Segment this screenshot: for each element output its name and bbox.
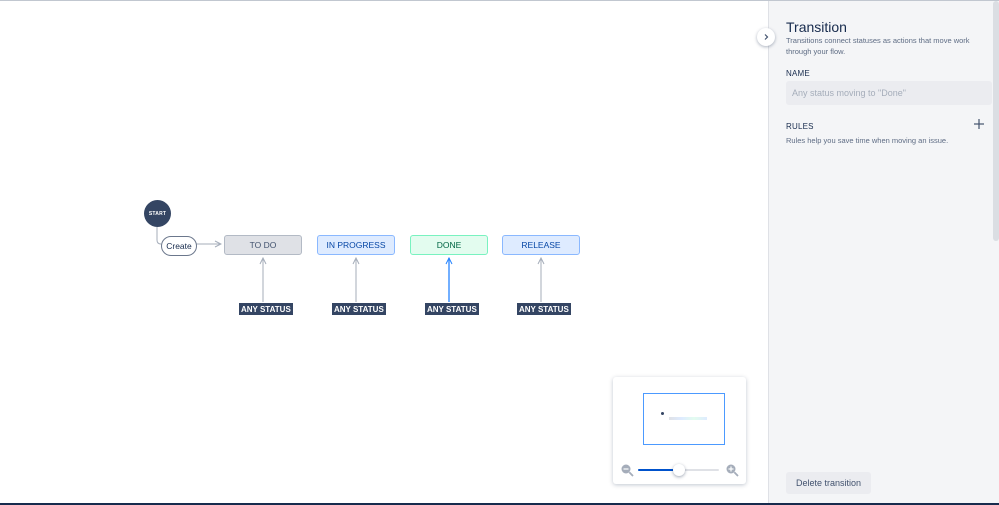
collapse-panel-button[interactable] [757,28,775,46]
status-in-progress[interactable]: IN PROGRESS [317,235,395,255]
panel-scrollbar[interactable] [993,1,999,241]
minimap [613,377,746,484]
status-release[interactable]: RELEASE [502,235,580,255]
any-status-in-progress[interactable]: ANY STATUS [332,303,386,315]
workflow-canvas[interactable]: START Create TO DO IN PROGRESS DONE RELE… [0,1,768,503]
zoom-in-icon[interactable] [725,463,739,477]
panel-description: Transitions connect statuses as actions … [786,36,970,56]
any-status-release[interactable]: ANY STATUS [517,303,571,315]
start-node[interactable]: START [144,200,171,227]
any-status-to-do[interactable]: ANY STATUS [239,303,293,315]
rules-label: RULES [786,122,814,131]
zoom-out-icon[interactable] [620,463,634,477]
chevron-right-icon [764,34,769,40]
delete-transition-button[interactable]: Delete transition [786,472,871,494]
zoom-slider[interactable] [638,464,719,476]
any-status-done[interactable]: ANY STATUS [425,303,479,315]
rules-description: Rules help you save time when moving an … [786,136,949,145]
panel-title: Transition [786,19,847,35]
name-label: NAME [786,69,810,78]
status-done[interactable]: DONE [410,235,488,255]
status-to-do[interactable]: TO DO [224,235,302,255]
transition-panel: Transition Transitions connect statuses … [768,1,999,503]
create-transition[interactable]: Create [161,236,197,256]
transition-name-input[interactable] [786,81,992,105]
zoom-slider-handle[interactable] [672,464,685,476]
minimap-start-dot [661,412,664,415]
start-edge [156,227,162,245]
minimap-statuses [669,417,707,420]
plus-icon[interactable] [973,118,985,130]
minimap-viewport[interactable] [643,393,725,445]
